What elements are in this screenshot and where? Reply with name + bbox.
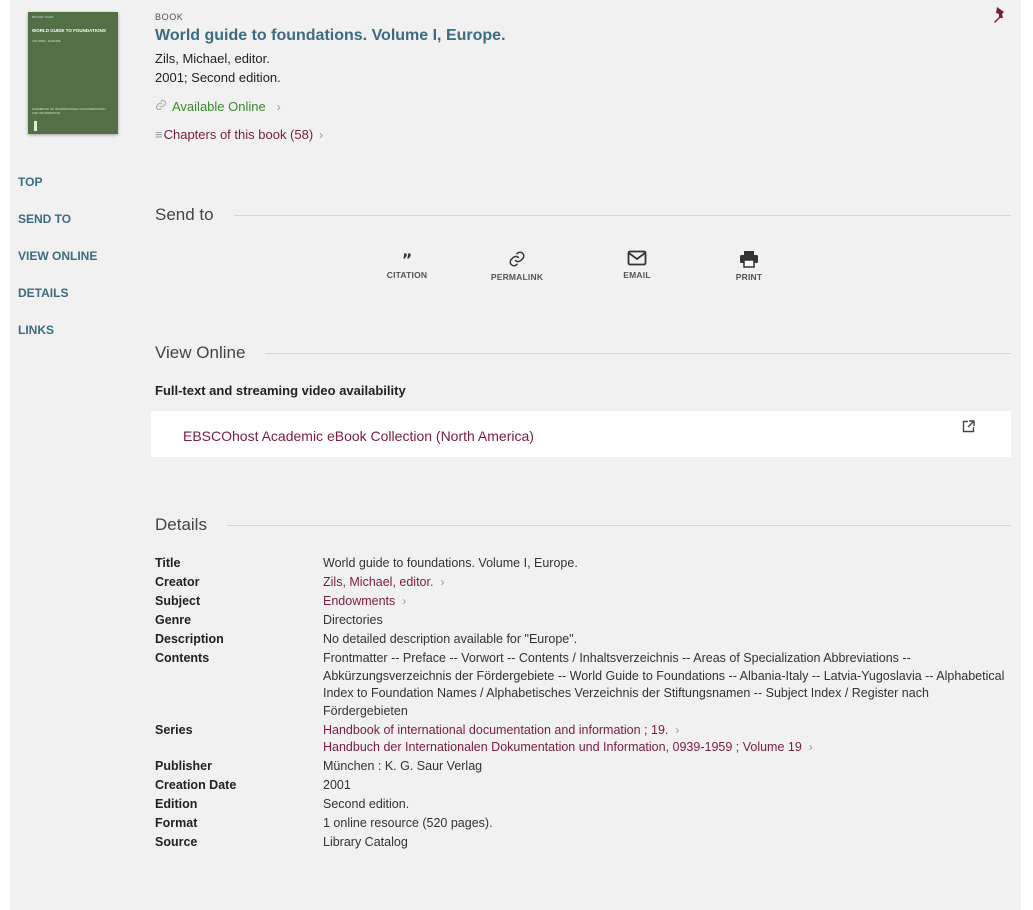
- divider: [226, 524, 1011, 526]
- detail-label: Genre: [155, 613, 192, 627]
- chevron-right-icon: ›: [276, 99, 281, 114]
- detail-label: Description: [155, 632, 224, 646]
- detail-label: Source: [155, 835, 198, 849]
- nav-top[interactable]: TOP: [18, 175, 97, 212]
- ebsco-collection-link[interactable]: EBSCOhost Academic eBook Collection (Nor…: [183, 428, 534, 444]
- record-author: Zils, Michael, editor.: [155, 51, 270, 66]
- detail-row-genre: Genre Directories: [155, 612, 1015, 630]
- printer-icon: [740, 251, 758, 268]
- book-cover-thumbnail[interactable]: BRAND SAUR WORLD GUIDE TO FOUNDATIONS VO…: [28, 12, 118, 134]
- detail-row-creation-date: Creation Date 2001: [155, 777, 1015, 795]
- chevron-right-icon: ›: [440, 575, 445, 589]
- detail-row-creator: Creator Zils, Michael, editor. ›: [155, 574, 1015, 592]
- details-section-header: Details: [155, 515, 1011, 535]
- chevron-right-icon: ›: [808, 740, 813, 754]
- svg-text:”: ”: [402, 250, 413, 266]
- chevron-right-icon: ›: [402, 594, 407, 608]
- detail-label: Series: [155, 722, 193, 737]
- detail-row-contents: Contents Frontmatter -- Preface -- Vorwo…: [155, 650, 1015, 720]
- nav-view-online[interactable]: VIEW ONLINE: [18, 249, 97, 286]
- divider: [265, 352, 1011, 354]
- detail-row-publisher: Publisher München : K. G. Saur Verlag: [155, 758, 1015, 776]
- record-page: BRAND SAUR WORLD GUIDE TO FOUNDATIONS VO…: [10, 0, 1021, 910]
- detail-value: No detailed description available for "E…: [323, 632, 578, 646]
- detail-row-format: Format 1 online resource (520 pages).: [155, 815, 1015, 833]
- email-label: EMAIL: [623, 270, 651, 280]
- detail-row-edition: Edition Second edition.: [155, 796, 1015, 814]
- subject-link-label: Endowments: [323, 594, 396, 608]
- chevron-right-icon: ›: [675, 722, 680, 737]
- detail-value: World guide to foundations. Volume I, Eu…: [323, 556, 578, 570]
- available-online-link[interactable]: Available Online ›: [155, 99, 281, 114]
- cover-publisher-text: BRAND SAUR: [32, 15, 54, 19]
- send-to-section-header: Send to: [155, 205, 1011, 225]
- external-link-icon[interactable]: [962, 420, 975, 438]
- link-icon: [509, 251, 525, 267]
- detail-value: München : K. G. Saur Verlag: [323, 759, 483, 773]
- detail-value: 2001: [323, 778, 351, 792]
- link-icon: [155, 99, 167, 114]
- view-online-heading: View Online: [155, 343, 246, 362]
- detail-label: Creator: [155, 575, 200, 589]
- detail-label: Title: [155, 556, 181, 570]
- series-link-2[interactable]: Handbuch der Internationalen Dokumentati…: [323, 740, 813, 754]
- detail-row-source: Source Library Catalog: [155, 834, 1015, 852]
- series-link-label: Handbook of international documentation …: [323, 722, 669, 737]
- send-to-heading: Send to: [155, 205, 214, 224]
- creator-link[interactable]: Zils, Michael, editor. ›: [323, 575, 444, 589]
- list-icon: ≡: [155, 127, 163, 142]
- chapters-link[interactable]: ≡ Chapters of this book (58) ›: [155, 127, 323, 142]
- record-title-link[interactable]: World guide to foundations. Volume I, Eu…: [155, 27, 506, 45]
- chevron-right-icon: ›: [319, 127, 324, 142]
- detail-row-title: Title World guide to foundations. Volume…: [155, 555, 1015, 573]
- view-online-section-header: View Online: [155, 343, 1011, 363]
- detail-label: Contents: [155, 651, 210, 665]
- print-button[interactable]: PRINT: [709, 250, 789, 282]
- citation-button[interactable]: ” CITATION: [367, 250, 447, 280]
- details-heading: Details: [155, 515, 207, 534]
- series-link-label: Handbuch der Internationalen Dokumentati…: [323, 740, 802, 754]
- series-link-1[interactable]: Handbook of international documentation …: [323, 723, 679, 737]
- email-button[interactable]: EMAIL: [597, 250, 677, 280]
- detail-value: 1 online resource (520 pages).: [323, 816, 493, 830]
- online-resource-row: EBSCOhost Academic eBook Collection (Nor…: [151, 411, 1011, 457]
- pin-icon[interactable]: [992, 6, 1008, 24]
- permalink-button[interactable]: PERMALINK: [477, 250, 557, 282]
- available-online-label: Available Online: [172, 99, 266, 114]
- subject-link[interactable]: Endowments ›: [323, 594, 406, 608]
- detail-row-series: Series Handbook of international documen…: [155, 722, 1015, 757]
- nav-details[interactable]: DETAILS: [18, 286, 97, 323]
- detail-label: Edition: [155, 797, 198, 811]
- resource-type-label: BOOK: [155, 12, 184, 22]
- detail-value: Frontmatter -- Preface -- Vorwort -- Con…: [323, 651, 1005, 718]
- nav-send-to[interactable]: SEND TO: [18, 212, 97, 249]
- citation-label: CITATION: [386, 270, 428, 280]
- cover-series-text: HANDBOOK OF INTERNATIONAL DOCUMENTATION …: [32, 107, 106, 115]
- detail-value: Directories: [323, 613, 383, 627]
- cover-title-text: WORLD GUIDE TO FOUNDATIONS: [32, 28, 106, 33]
- divider: [233, 214, 1011, 216]
- detail-label: Subject: [155, 594, 201, 608]
- detail-value: Second edition.: [323, 797, 410, 811]
- details-table: Title World guide to foundations. Volume…: [155, 555, 1015, 853]
- nav-links[interactable]: LINKS: [18, 323, 97, 360]
- detail-row-subject: Subject Endowments ›: [155, 593, 1015, 611]
- envelope-icon: [627, 250, 647, 266]
- chapters-label: Chapters of this book (58): [163, 127, 314, 142]
- availability-heading: Full-text and streaming video availabili…: [155, 383, 406, 398]
- section-nav: TOP SEND TO VIEW ONLINE DETAILS LINKS: [18, 175, 97, 360]
- cover-logo: [34, 121, 37, 131]
- detail-row-description: Description No detailed description avai…: [155, 631, 1015, 649]
- cover-subtitle-text: VOLUME I: EUROPE: [32, 39, 61, 43]
- detail-label: Format: [155, 816, 198, 830]
- print-label: PRINT: [735, 272, 763, 282]
- record-date-edition: 2001; Second edition.: [155, 70, 281, 85]
- quote-icon: ”: [402, 250, 413, 266]
- permalink-label: PERMALINK: [490, 272, 544, 282]
- creator-link-label: Zils, Michael, editor.: [323, 575, 434, 589]
- detail-value: Library Catalog: [323, 835, 408, 849]
- detail-label: Creation Date: [155, 778, 237, 792]
- detail-label: Publisher: [155, 759, 212, 773]
